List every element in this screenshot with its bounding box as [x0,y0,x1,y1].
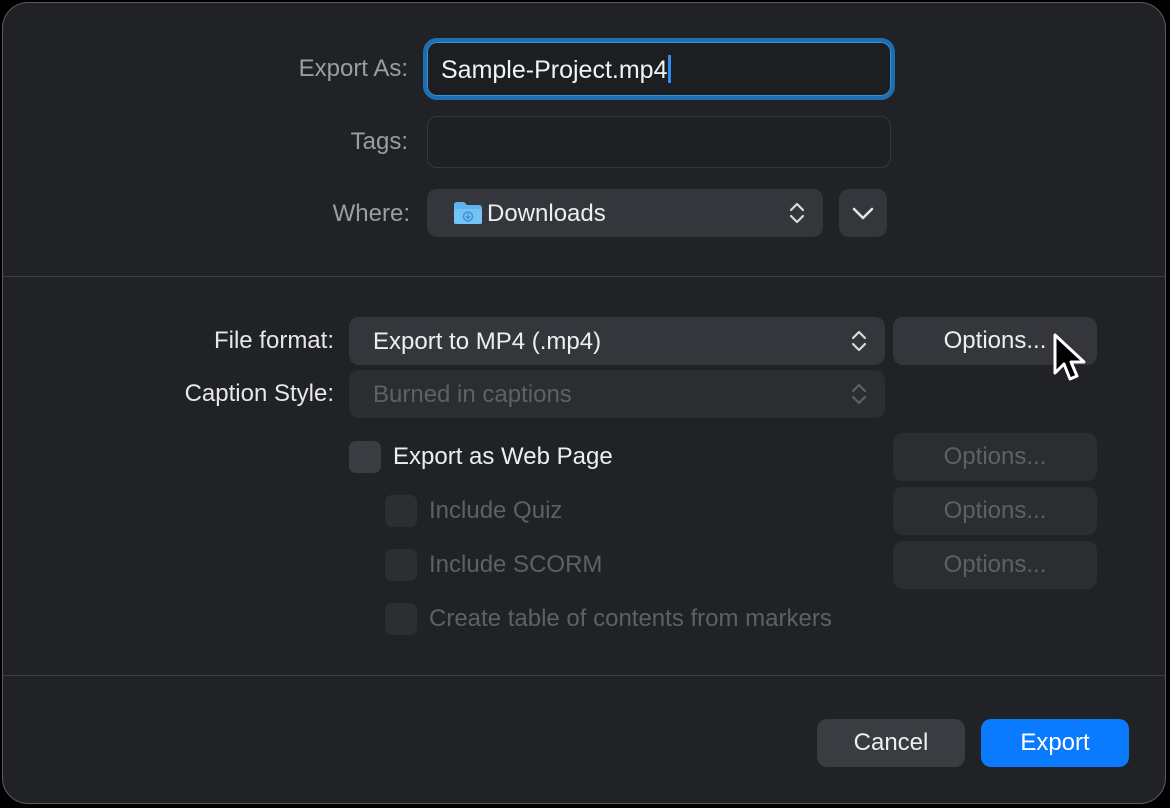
toc-markers-checkbox[interactable] [385,603,417,635]
caption-style-value: Burned in captions [373,381,572,408]
chevron-down-icon [852,207,874,220]
caption-style-label: Caption Style: [184,380,334,407]
export-as-field[interactable]: Sample-Project.mp4 [423,38,895,100]
file-format-popup[interactable]: Export to MP4 (.mp4) [349,317,885,365]
caption-style-popup[interactable]: Burned in captions [349,370,885,418]
where-label: Where: [332,200,410,227]
include-scorm-checkbox[interactable] [385,549,417,581]
include-quiz-options-button[interactable]: Options... [893,487,1097,535]
up-down-chevron-icon [789,202,805,224]
export-button[interactable]: Export [981,719,1129,767]
toc-markers-label[interactable]: Create table of contents from markers [429,605,832,633]
up-down-chevron-icon [851,383,867,405]
include-quiz-checkbox[interactable] [385,495,417,527]
tags-field[interactable] [427,116,891,168]
expand-dialog-button[interactable] [839,189,887,237]
export-as-value: Sample-Project.mp4 [441,55,672,85]
where-value: Downloads [487,200,606,227]
file-format-value: Export to MP4 (.mp4) [373,328,602,355]
mouse-pointer-icon [1053,333,1086,381]
tags-label: Tags: [350,128,408,155]
separator-bottom [3,675,1165,676]
include-scorm-label[interactable]: Include SCORM [429,551,602,579]
up-down-chevron-icon [851,330,867,352]
file-format-label: File format: [213,327,334,354]
web-page-checkbox[interactable] [349,441,381,473]
export-dialog: Export As: Sample-Project.mp4 Tags: Wher… [2,2,1166,804]
web-page-label[interactable]: Export as Web Page [393,443,613,471]
export-as-label: Export As: [298,55,408,82]
include-quiz-label[interactable]: Include Quiz [429,497,562,525]
web-page-options-button[interactable]: Options... [893,433,1097,481]
include-scorm-options-button[interactable]: Options... [893,541,1097,589]
cancel-button[interactable]: Cancel [817,719,965,767]
separator-top [3,276,1165,277]
text-caret [668,55,672,83]
folder-icon [454,202,482,224]
where-popup[interactable]: Downloads [427,189,823,237]
